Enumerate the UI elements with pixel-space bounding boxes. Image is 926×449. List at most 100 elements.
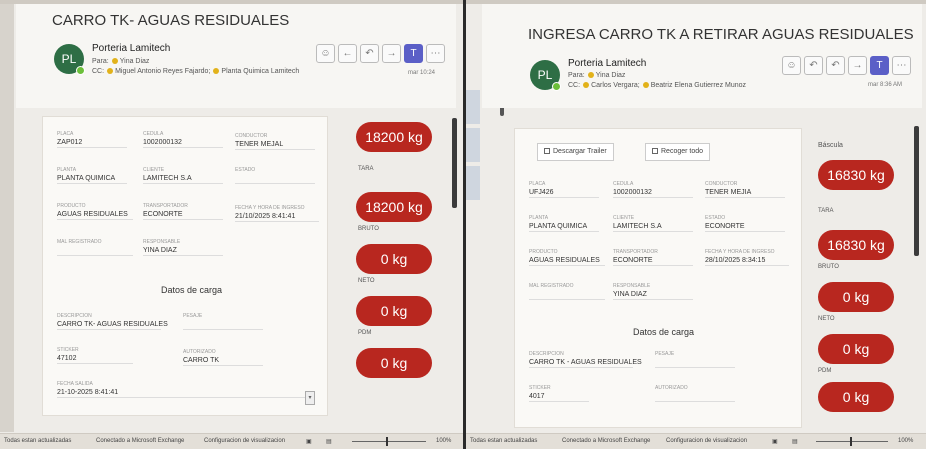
zoom-slider[interactable] <box>816 441 888 442</box>
field-sticker: STICKER 4017 <box>529 385 589 402</box>
placa-value[interactable]: UFJ426 <box>529 187 599 198</box>
email-header: CARRO TK- AGUAS RESIDUALES PL Porteria L… <box>16 4 456 108</box>
email-timestamp: mar 10:24 <box>408 70 436 76</box>
weight-pill-4: 0 kg <box>818 334 894 364</box>
right-outlook-window: INGRESA CARRO TK A RETIRAR AGUAS RESIDUA… <box>463 0 926 449</box>
reply-icon[interactable]: ↶ <box>804 56 823 75</box>
to-recipient[interactable]: Yina Diaz <box>120 58 150 65</box>
cliente-value[interactable]: LAMITECH S.A <box>613 221 693 232</box>
fecha-salida-value[interactable]: 21-10-2025 8:41:41 <box>57 387 307 398</box>
descripcion-value[interactable]: CARRO TK - AGUAS RESIDUALES <box>529 357 642 368</box>
nav-block[interactable] <box>466 128 480 162</box>
teams-icon[interactable]: T <box>404 44 423 63</box>
reading-pane-scrollbar[interactable] <box>452 118 457 208</box>
responsable-value[interactable]: YINA DIAZ <box>613 289 693 300</box>
field-responsable: RESPONSABLE YINA DIAZ <box>613 283 693 300</box>
descripcion-value[interactable]: CARRO TK- AGUAS RESIDUALES <box>57 319 168 330</box>
weight-label-2: BRUTO <box>818 264 839 270</box>
to-label: Para: <box>92 58 109 65</box>
cc-recipient-1[interactable]: Carlos Vergara; <box>591 82 640 89</box>
zoom-thumb[interactable] <box>386 437 388 446</box>
checkbox-icon <box>544 148 550 155</box>
planta-value[interactable]: PLANTA QUIMICA <box>57 173 127 184</box>
field-descripcion: DESCRIPCION CARRO TK- AGUAS RESIDUALES <box>57 313 168 330</box>
display-settings-button[interactable]: Configuracion de visualizacion <box>204 438 285 444</box>
transportador-value[interactable]: ECONORTE <box>613 255 693 266</box>
bascula-label: Báscula <box>818 142 843 149</box>
more-icon[interactable]: ⋯ <box>426 44 445 63</box>
sender-name[interactable]: Porteria Lamitech <box>92 43 170 54</box>
mal-registrado-value[interactable] <box>529 289 605 300</box>
reading-view-icon[interactable]: ▤ <box>792 438 798 445</box>
planta-value[interactable]: PLANTA QUIMICA <box>529 221 599 232</box>
pesaje-value[interactable] <box>655 357 735 368</box>
descargar-trailer-checkbox[interactable]: Descargar Trailer <box>537 143 614 161</box>
estado-value[interactable] <box>235 173 315 184</box>
autorizado-value[interactable] <box>655 391 735 402</box>
conductor-value[interactable]: TENER MEJAL <box>235 139 315 150</box>
presence-dot <box>76 66 85 75</box>
producto-value[interactable]: AGUAS RESIDUALES <box>57 209 133 220</box>
zoom-level: 100% <box>436 438 452 444</box>
reading-pane-scrollbar[interactable] <box>914 126 919 256</box>
more-icon[interactable]: ⋯ <box>892 56 911 75</box>
datos-carga-title: Datos de carga <box>161 285 223 295</box>
normal-view-icon[interactable]: ▣ <box>306 438 312 445</box>
presence-icon <box>583 82 590 89</box>
left-nav-panel <box>466 90 480 204</box>
reply-all-icon[interactable]: ↶ <box>360 44 379 63</box>
email-subject: CARRO TK- AGUAS RESIDUALES <box>52 12 290 29</box>
cedula-value[interactable]: 1002000132 <box>613 187 693 198</box>
mal-registrado-value[interactable] <box>57 245 133 256</box>
field-cliente: CLIENTE LAMITECH S.A <box>143 167 223 184</box>
fecha-hora-value[interactable]: 21/10/2025 8:41:41 <box>235 211 319 222</box>
weight-pill-5: 0 kg <box>818 382 894 412</box>
field-transportador: TRANSPORTADOR ECONORTE <box>613 249 693 266</box>
producto-value[interactable]: AGUAS RESIDUALES <box>529 255 605 266</box>
checkbox-icon <box>652 148 658 155</box>
form-scroll-button[interactable]: ▾ <box>305 391 315 405</box>
pesaje-value[interactable] <box>183 319 263 330</box>
avatar-initials: PL <box>61 52 77 66</box>
weight-label-3: NETO <box>818 316 835 322</box>
forward-icon[interactable]: → <box>382 44 401 63</box>
recoger-todo-checkbox[interactable]: Recoger todo <box>645 143 711 161</box>
weight-pill-1: 16830 kg <box>818 160 894 190</box>
email-header: INGRESA CARRO TK A RETIRAR AGUAS RESIDUA… <box>482 4 922 108</box>
display-settings-button[interactable]: Configuracion de visualizacion <box>666 438 747 444</box>
nav-block[interactable] <box>466 166 480 200</box>
estado-value[interactable]: ECONORTE <box>705 221 785 232</box>
transportador-value[interactable]: ECONORTE <box>143 209 223 220</box>
zoom-level: 100% <box>898 438 914 444</box>
forward-icon[interactable]: → <box>848 56 867 75</box>
cc-recipient-1[interactable]: Miguel Antonio Reyes Fajardo; <box>115 68 210 75</box>
cc-line: CC: Miguel Antonio Reyes Fajardo; Planta Q… <box>92 68 299 75</box>
sticker-value[interactable]: 47102 <box>57 353 133 364</box>
cedula-value[interactable]: 1002000132 <box>143 137 223 148</box>
placa-value[interactable]: ZAP012 <box>57 137 127 148</box>
autorizado-value[interactable]: CARRO TK <box>183 355 263 366</box>
teams-icon[interactable]: T <box>870 56 889 75</box>
message-toolbar: ☺ ↶ ↶ → T ⋯ <box>782 56 911 75</box>
field-conductor: CONDUCTOR TENER MEJIA <box>705 181 785 198</box>
cc-recipient-2[interactable]: Planta Quimica Lamitech <box>221 68 299 75</box>
responsable-value[interactable]: YINA DIAZ <box>143 245 223 256</box>
presence-dot <box>552 82 561 91</box>
reply-icon[interactable]: ← <box>338 44 357 63</box>
reading-view-icon[interactable]: ▤ <box>326 438 332 445</box>
cliente-value[interactable]: LAMITECH S.A <box>143 173 223 184</box>
emoji-icon[interactable]: ☺ <box>782 56 801 75</box>
weight-label-2: BRUTO <box>358 226 379 232</box>
fecha-hora-value[interactable]: 28/10/2025 8:34:15 <box>705 255 789 266</box>
reply-all-icon[interactable]: ↶ <box>826 56 845 75</box>
cc-recipient-2[interactable]: Beatriz Elena Gutierrez Munoz <box>651 82 746 89</box>
emoji-icon[interactable]: ☺ <box>316 44 335 63</box>
zoom-slider[interactable] <box>352 441 426 442</box>
to-recipient[interactable]: Yina Diaz <box>596 72 626 79</box>
nav-block[interactable] <box>466 90 480 124</box>
zoom-thumb[interactable] <box>850 437 852 446</box>
normal-view-icon[interactable]: ▣ <box>772 438 778 445</box>
sticker-value[interactable]: 4017 <box>529 391 589 402</box>
conductor-value[interactable]: TENER MEJIA <box>705 187 785 198</box>
sender-name[interactable]: Porteria Lamitech <box>568 58 646 69</box>
